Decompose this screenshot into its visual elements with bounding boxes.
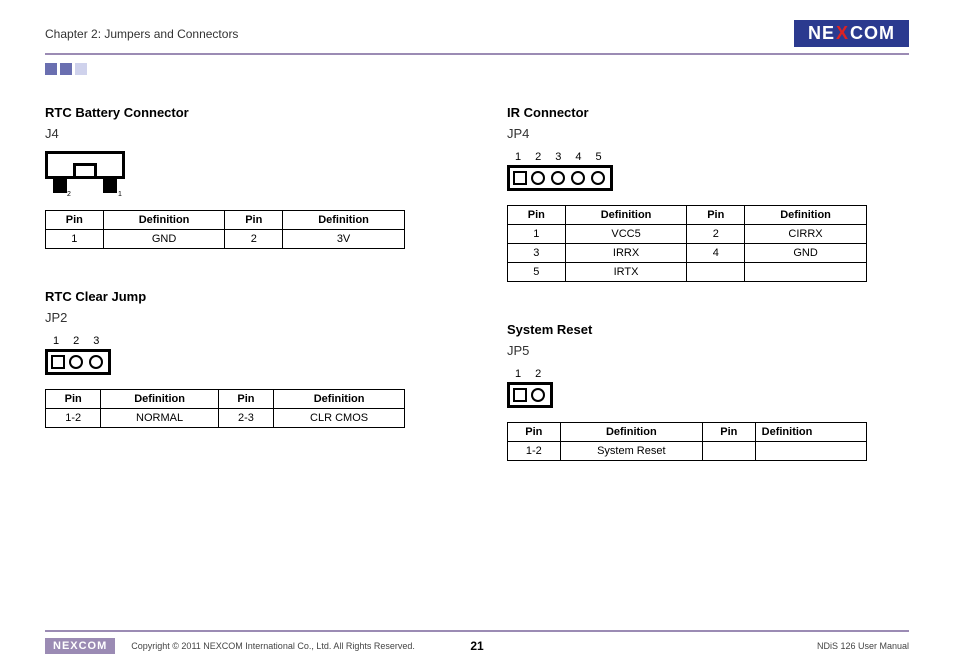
pin-label-2: 2	[67, 191, 71, 198]
system-reset-section: System Reset JP5 1 2 Pin Definition Pin …	[507, 322, 909, 461]
page-header: Chapter 2: Jumpers and Connectors NEXCOM	[45, 20, 909, 55]
section-title: RTC Battery Connector	[45, 105, 447, 120]
section-title: RTC Clear Jump	[45, 289, 447, 304]
section-title: System Reset	[507, 322, 909, 337]
section-sub: JP4	[507, 126, 909, 141]
section-title: IR Connector	[507, 105, 909, 120]
pin-labels: 1 2 3	[45, 335, 447, 347]
jp4-diagram	[507, 165, 909, 191]
logo-post: COM	[850, 23, 895, 44]
copyright-text: Copyright © 2011 NEXCOM International Co…	[131, 641, 415, 651]
pin-labels: 1 2 3 4 5	[507, 151, 909, 163]
left-column: RTC Battery Connector J4 2 1 Pin Definit…	[45, 105, 447, 501]
section-sub: J4	[45, 126, 447, 141]
rtc-clear-section: RTC Clear Jump JP2 1 2 3 Pin Definition …	[45, 289, 447, 428]
footer-left: NEXCOM Copyright © 2011 NEXCOM Internati…	[45, 638, 415, 654]
pin-labels: 1 2	[507, 368, 909, 380]
th-def: Definition	[283, 211, 405, 230]
ir-table: Pin Definition Pin Definition 1 VCC5 2 C…	[507, 205, 867, 282]
chapter-title: Chapter 2: Jumpers and Connectors	[45, 27, 238, 41]
th-def: Definition	[103, 211, 225, 230]
th-pin: Pin	[225, 211, 283, 230]
ir-connector-section: IR Connector JP4 1 2 3 4 5 Pin Definitio…	[507, 105, 909, 282]
page-number: 21	[470, 639, 483, 653]
jp5-diagram	[507, 382, 909, 408]
section-sub: JP5	[507, 343, 909, 358]
doc-name: NDiS 126 User Manual	[817, 641, 909, 651]
rtc-battery-section: RTC Battery Connector J4 2 1 Pin Definit…	[45, 105, 447, 249]
footer-logo: NEXCOM	[45, 638, 115, 654]
content: RTC Battery Connector J4 2 1 Pin Definit…	[45, 105, 909, 501]
pin-label-1: 1	[118, 191, 122, 198]
j4-diagram: 2 1	[45, 151, 125, 196]
reset-table: Pin Definition Pin Definition 1-2 System…	[507, 422, 867, 461]
jp2-diagram	[45, 349, 447, 375]
nexcom-logo: NEXCOM	[794, 20, 909, 47]
page-footer: NEXCOM Copyright © 2011 NEXCOM Internati…	[45, 630, 909, 654]
right-column: IR Connector JP4 1 2 3 4 5 Pin Definitio…	[507, 105, 909, 501]
logo-pre: NE	[808, 23, 835, 44]
logo-x: X	[836, 23, 849, 44]
rtc-battery-table: Pin Definition Pin Definition 1 GND 2 3V	[45, 210, 405, 249]
decorative-squares	[45, 63, 909, 75]
section-sub: JP2	[45, 310, 447, 325]
th-pin: Pin	[46, 211, 104, 230]
rtc-clear-table: Pin Definition Pin Definition 1-2 NORMAL…	[45, 389, 405, 428]
